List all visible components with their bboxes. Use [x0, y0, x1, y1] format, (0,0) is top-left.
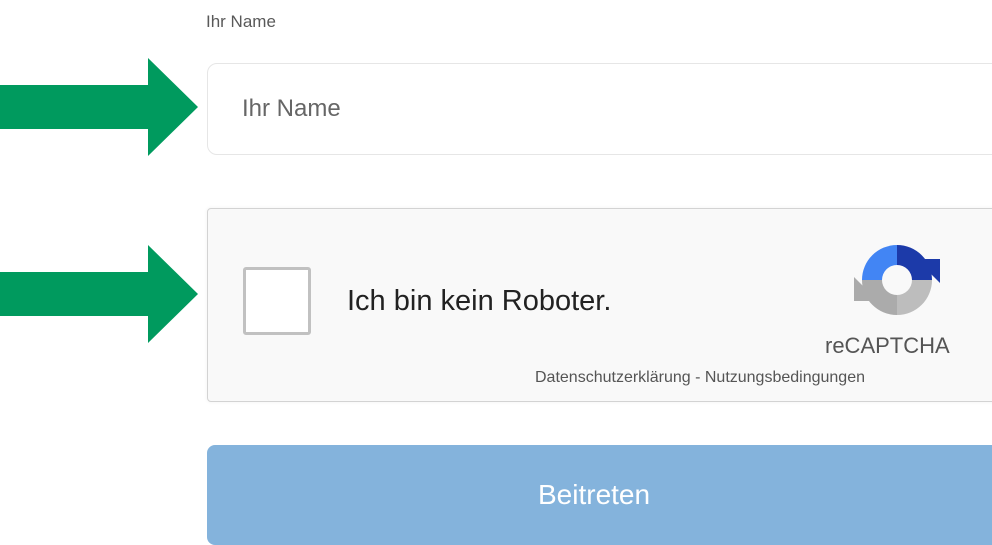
arrow-right-icon [0, 245, 198, 343]
recaptcha-widget: Ich bin kein Roboter. reCAPTCHA Datensch… [207, 208, 992, 402]
arrow-right-icon [0, 58, 198, 156]
terms-link[interactable]: Nutzungsbedingungen [705, 369, 865, 386]
name-input[interactable] [207, 63, 992, 155]
name-field-label: Ihr Name [206, 12, 276, 31]
privacy-link[interactable]: Datenschutzerklärung [535, 369, 691, 386]
recaptcha-logo-icon [854, 245, 940, 315]
captcha-label: Ich bin kein Roboter. [347, 285, 612, 317]
recaptcha-brand-text: reCAPTCHA [825, 333, 950, 358]
join-button[interactable]: Beitreten [207, 445, 992, 545]
link-separator: - [690, 369, 705, 386]
recaptcha-links: Datenschutzerklärung - Nutzungsbedingung… [535, 369, 865, 387]
captcha-checkbox[interactable] [243, 267, 311, 335]
